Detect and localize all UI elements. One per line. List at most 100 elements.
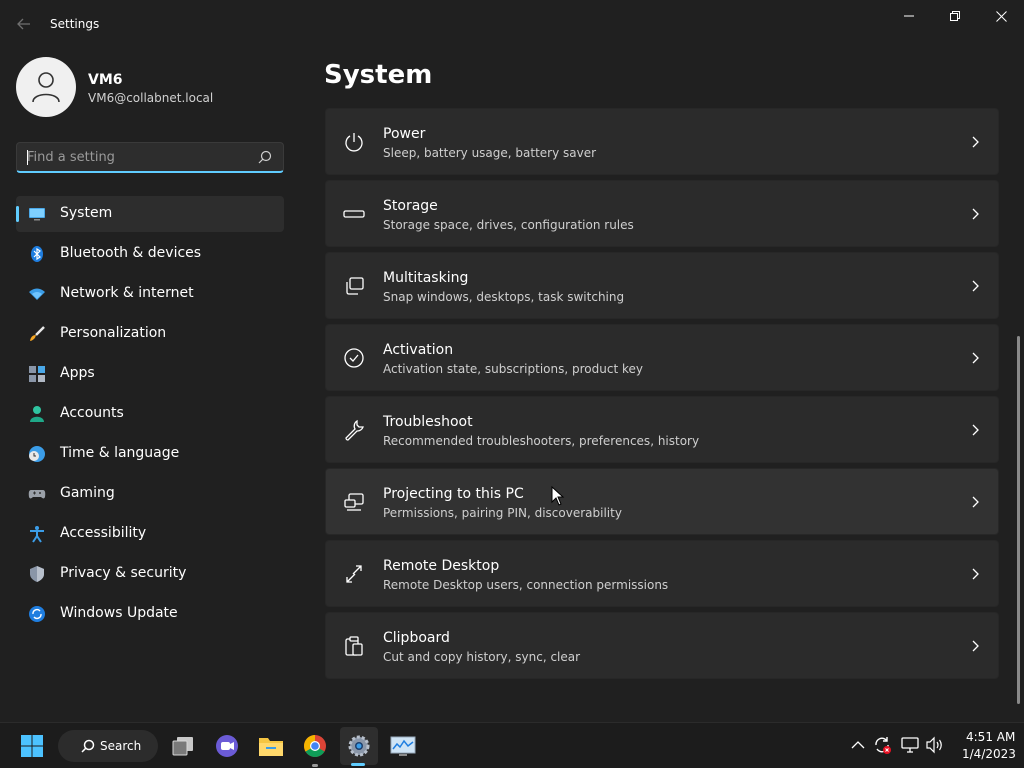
user-name: VM6: [88, 72, 123, 88]
card-title: Remote Desktop: [383, 558, 500, 574]
network-button[interactable]: [900, 735, 920, 755]
storage-icon: [343, 210, 365, 218]
chevron-right-icon: [972, 208, 979, 220]
power-icon: [345, 133, 363, 152]
sidebar-item-bluetooth[interactable]: Bluetooth & devices: [16, 236, 284, 272]
card-subtitle: Cut and copy history, sync, clear: [383, 650, 581, 664]
task-view-button[interactable]: [167, 730, 199, 762]
scrollbar[interactable]: [1017, 336, 1020, 704]
search-icon[interactable]: [257, 149, 273, 165]
card-title: Power: [383, 126, 426, 142]
show-hidden-icons-button[interactable]: [848, 735, 868, 755]
search-input[interactable]: [17, 143, 253, 172]
active-app-indicator: [351, 763, 365, 766]
sidebar-item-accessibility[interactable]: Accessibility: [16, 516, 284, 552]
volume-button[interactable]: [925, 735, 945, 755]
minimize-icon: [904, 15, 914, 17]
taskbar-search-label: Search: [100, 739, 142, 753]
wrench-icon: [345, 419, 364, 441]
card-title: Storage: [383, 198, 438, 214]
sidebar-item-label: Personalization: [60, 325, 167, 341]
user-email: VM6@collabnet.local: [88, 91, 214, 105]
sidebar-item-label: Bluetooth & devices: [60, 245, 202, 261]
back-button[interactable]: [10, 12, 38, 36]
close-icon: [995, 10, 1007, 22]
sidebar-item-windows-update[interactable]: Windows Update: [16, 596, 284, 632]
card-projecting[interactable]: Projecting to this PC Permissions, pairi…: [325, 468, 999, 535]
chevron-up-icon: [851, 741, 865, 749]
card-title: Multitasking: [383, 270, 469, 286]
restore-icon: [950, 11, 960, 21]
clock-date[interactable]: 1/4/2023: [962, 747, 1016, 761]
person-icon: [30, 406, 44, 422]
running-indicator: [312, 764, 318, 767]
start-button[interactable]: [16, 730, 48, 762]
taskbar: Search 4:51 AM 1/4/2023: [0, 722, 1024, 768]
card-title: Projecting to this PC: [383, 486, 524, 502]
card-power[interactable]: Power Sleep, battery usage, battery save…: [325, 108, 999, 175]
text-caret: [27, 150, 28, 165]
bluetooth-icon: [31, 246, 43, 262]
back-arrow-icon: [17, 18, 30, 30]
file-explorer-button[interactable]: [255, 730, 287, 762]
sidebar-item-time-language[interactable]: Time & language: [16, 436, 284, 472]
user-profile[interactable]: VM6 VM6@collabnet.local: [16, 57, 296, 117]
sidebar-item-personalization[interactable]: Personalization: [16, 316, 284, 352]
maximize-button[interactable]: [932, 0, 978, 32]
multitasking-icon: [346, 277, 364, 295]
chevron-right-icon: [972, 424, 979, 436]
sidebar-item-apps[interactable]: Apps: [16, 356, 284, 392]
chat-button[interactable]: [211, 730, 243, 762]
apps-icon: [29, 366, 45, 382]
card-subtitle: Sleep, battery usage, battery saver: [383, 146, 597, 160]
card-title: Activation: [383, 342, 454, 358]
close-button[interactable]: [978, 0, 1024, 32]
sidebar-item-label: Windows Update: [60, 605, 178, 621]
check-circle-icon: [344, 348, 364, 368]
accessibility-icon: [30, 526, 44, 543]
card-subtitle: Remote Desktop users, connection permiss…: [383, 578, 669, 592]
sidebar-nav: System Bluetooth & devices Network & int…: [16, 196, 284, 636]
brush-icon: [30, 326, 45, 341]
sidebar-item-label: Accounts: [60, 405, 124, 421]
settings-app-button[interactable]: [343, 730, 375, 762]
sidebar-item-network[interactable]: Network & internet: [16, 276, 284, 312]
resource-monitor-icon: [390, 736, 416, 756]
resource-monitor-button[interactable]: [387, 730, 419, 762]
sidebar-item-privacy-security[interactable]: Privacy & security: [16, 556, 284, 592]
sidebar-item-label: Accessibility: [60, 525, 147, 541]
sidebar-item-accounts[interactable]: Accounts: [16, 396, 284, 432]
sidebar-item-label: Time & language: [60, 445, 180, 461]
sync-error-icon: [875, 737, 891, 754]
minimize-button[interactable]: [886, 0, 932, 32]
chrome-button[interactable]: [299, 730, 331, 762]
card-clipboard[interactable]: Clipboard Cut and copy history, sync, cl…: [325, 612, 999, 679]
card-troubleshoot[interactable]: Troubleshoot Recommended troubleshooters…: [325, 396, 999, 463]
settings-window: Settings VM6 VM6@collabnet.local System: [0, 0, 1024, 722]
search-box[interactable]: [16, 142, 284, 173]
task-view-icon: [172, 737, 193, 756]
shield-icon: [30, 566, 44, 582]
sidebar-item-label: System: [60, 205, 113, 221]
card-activation[interactable]: Activation Activation state, subscriptio…: [325, 324, 999, 391]
sync-status-button[interactable]: [872, 735, 892, 755]
chevron-right-icon: [972, 280, 979, 292]
chevron-right-icon: [972, 496, 979, 508]
sidebar-item-system[interactable]: System: [16, 196, 284, 232]
network-icon: [901, 737, 919, 753]
settings-icon: [348, 735, 370, 757]
sidebar-item-label: Network & internet: [60, 285, 194, 301]
taskbar-search-button[interactable]: Search: [58, 730, 158, 762]
clock-time[interactable]: 4:51 AM: [966, 730, 1015, 744]
card-storage[interactable]: Storage Storage space, drives, configura…: [325, 180, 999, 247]
chrome-icon: [304, 735, 326, 757]
card-multitasking[interactable]: Multitasking Snap windows, desktops, tas…: [325, 252, 999, 319]
file-explorer-icon: [259, 738, 283, 756]
sidebar-item-gaming[interactable]: Gaming: [16, 476, 284, 512]
mouse-cursor-icon: [551, 486, 565, 506]
sidebar-item-label: Apps: [60, 365, 95, 381]
sidebar-item-label: Privacy & security: [60, 565, 187, 581]
card-remote-desktop[interactable]: Remote Desktop Remote Desktop users, con…: [325, 540, 999, 607]
remote-desktop-icon: [346, 565, 362, 583]
card-title: Clipboard: [383, 630, 450, 646]
